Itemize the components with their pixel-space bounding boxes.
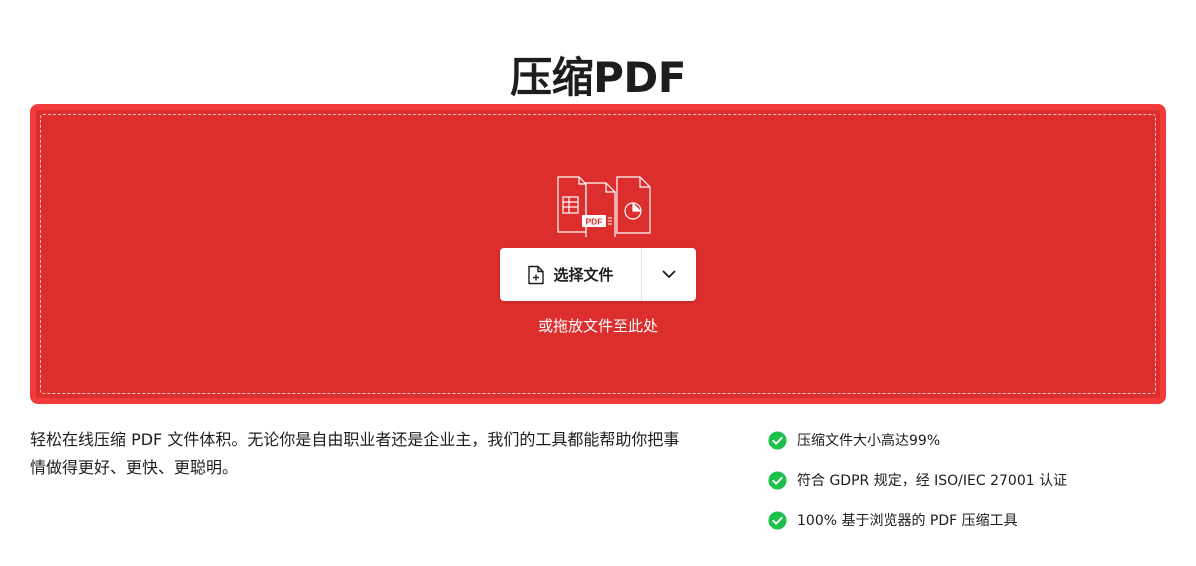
feature-item: 符合 GDPR 规定，经 ISO/IEC 27001 认证 xyxy=(768,468,1168,492)
pdf-badge-label: PDF xyxy=(586,217,603,227)
check-circle-icon xyxy=(768,430,787,450)
file-drop-zone[interactable]: PDF 选择文件 或拖放文件至此处 xyxy=(30,104,1166,404)
files-illustration-icon: PDF xyxy=(557,176,651,237)
spreadsheet-file-icon xyxy=(557,176,587,233)
feature-label: 100% 基于浏览器的 PDF 压缩工具 xyxy=(797,513,1018,529)
feature-item: 压缩文件大小高达99% xyxy=(768,428,1168,452)
add-file-icon xyxy=(528,265,545,284)
feature-label: 压缩文件大小高达99% xyxy=(797,433,941,449)
tool-description: 轻松在线压缩 PDF 文件体积。无论你是自由职业者还是企业主，我们的工具都能帮助… xyxy=(30,430,680,477)
upload-button-group: 选择文件 xyxy=(500,248,696,301)
choose-file-button[interactable]: 选择文件 xyxy=(500,248,642,301)
pdf-file-icon: PDF xyxy=(582,182,616,237)
page-title: 压缩PDF xyxy=(510,53,686,103)
chart-file-icon xyxy=(616,176,651,234)
choose-file-label: 选择文件 xyxy=(553,266,614,284)
feature-item: 100% 基于浏览器的 PDF 压缩工具 xyxy=(768,508,1168,532)
feature-label: 符合 GDPR 规定，经 ISO/IEC 27001 认证 xyxy=(797,473,1068,489)
chevron-down-icon xyxy=(662,270,676,278)
check-circle-icon xyxy=(768,470,787,490)
drop-hint-text: 或拖放文件至此处 xyxy=(537,317,658,335)
feature-list: 压缩文件大小高达99% 符合 GDPR 规定，经 ISO/IEC 27001 认… xyxy=(768,428,1168,548)
check-circle-icon xyxy=(768,510,787,530)
upload-source-dropdown-button[interactable] xyxy=(642,248,696,301)
drop-zone-dashed-border: PDF 选择文件 或拖放文件至此处 xyxy=(40,114,1156,394)
